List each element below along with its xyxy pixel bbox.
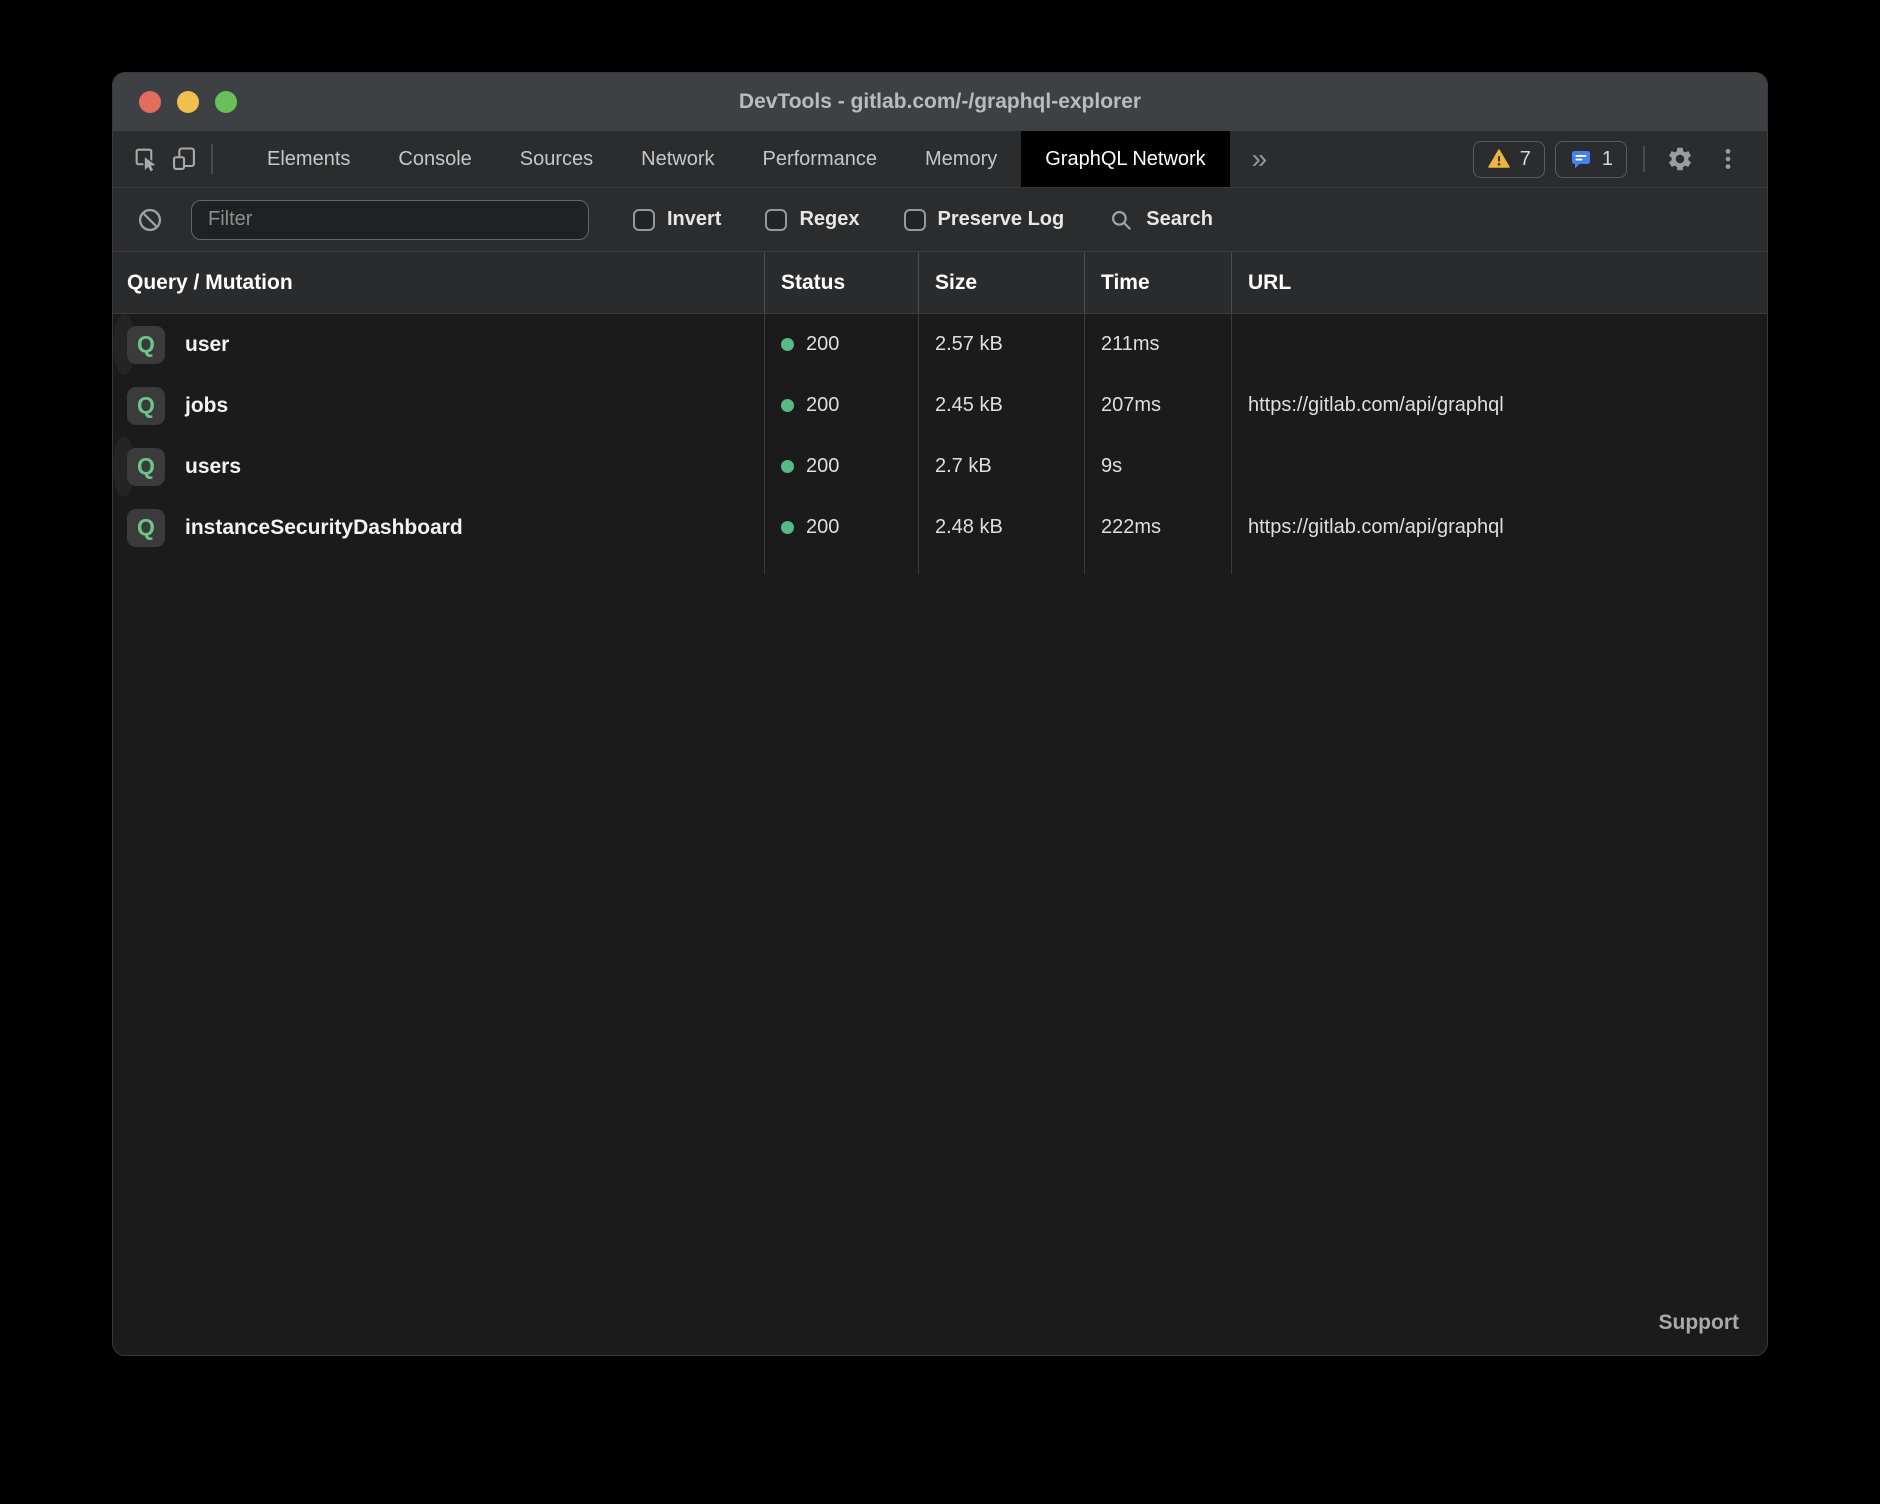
status-code: 200 <box>806 333 839 356</box>
table-empty-area: Support <box>113 574 1767 1355</box>
window-title: DevTools - gitlab.com/-/graphql-explorer <box>113 90 1767 114</box>
size-value: 2.45 kB <box>918 375 1084 436</box>
status-ok-dot <box>781 460 794 473</box>
chevron-double-right-icon[interactable]: » <box>1230 145 1290 173</box>
search-icon <box>1108 207 1134 233</box>
filterbar: Invert Regex Preserve Log Search <box>113 188 1767 252</box>
column-divider-stub <box>113 558 1767 574</box>
tab-elements[interactable]: Elements <box>243 131 374 187</box>
message-icon <box>1569 147 1593 171</box>
request-row-users[interactable]: Q users 200 2.7 kB 9s https://gitlab.com… <box>113 436 135 497</box>
query-type-badge: Q <box>127 326 165 364</box>
query-name: user <box>185 333 229 357</box>
tab-memory[interactable]: Memory <box>901 131 1021 187</box>
warning-count: 7 <box>1520 148 1531 171</box>
messages-badge[interactable]: 1 <box>1555 141 1627 178</box>
panel-tabs: ElementsConsoleSourcesNetworkPerformance… <box>243 131 1230 187</box>
checkbox-box-regex[interactable] <box>765 209 787 231</box>
tab-sources[interactable]: Sources <box>496 131 617 187</box>
tab-performance[interactable]: Performance <box>739 131 902 187</box>
size-value: 2.57 kB <box>918 314 1084 375</box>
search-button[interactable]: Search <box>1108 207 1213 233</box>
checkbox-invert[interactable]: Invert <box>633 208 721 231</box>
warning-icon <box>1487 147 1511 171</box>
time-value: 9s <box>1084 436 1231 497</box>
time-value: 207ms <box>1084 375 1231 436</box>
column-header-query-mutation[interactable]: Query / Mutation <box>113 252 764 313</box>
warnings-badge[interactable]: 7 <box>1473 141 1545 178</box>
request-row-instancesecuritydashboard[interactable]: Q instanceSecurityDashboard 200 2.48 kB … <box>113 497 1767 558</box>
checkbox-label: Regex <box>799 208 859 231</box>
checkbox-box-invert[interactable] <box>633 209 655 231</box>
minimize-window-button[interactable] <box>177 91 199 113</box>
query-name: users <box>185 455 241 479</box>
status-ok-dot <box>781 399 794 412</box>
status-code: 200 <box>806 516 839 539</box>
url-value: https://gitlab.com/api/graphql <box>1231 375 1767 436</box>
column-header-size[interactable]: Size <box>918 252 1084 313</box>
tab-network[interactable]: Network <box>617 131 738 187</box>
time-value: 211ms <box>1084 314 1231 375</box>
query-name: instanceSecurityDashboard <box>185 516 463 540</box>
search-label: Search <box>1146 208 1213 231</box>
url-value: https://gitlab.com/api/graphql <box>1231 314 1248 375</box>
status-ok-dot <box>781 521 794 534</box>
close-window-button[interactable] <box>139 91 161 113</box>
filter-input[interactable] <box>191 200 589 240</box>
titlebar: DevTools - gitlab.com/-/graphql-explorer <box>113 73 1767 131</box>
time-value: 222ms <box>1084 497 1231 558</box>
tab-graphql-network[interactable]: GraphQL Network <box>1021 131 1229 187</box>
checkbox-preserve-log[interactable]: Preserve Log <box>904 208 1065 231</box>
block-icon[interactable] <box>131 201 169 239</box>
url-value: https://gitlab.com/api/graphql <box>1231 436 1248 497</box>
window-controls <box>113 91 237 113</box>
query-type-badge: Q <box>127 387 165 425</box>
toolbar-right-cluster: 7 1 <box>1473 140 1767 178</box>
toolbar-divider <box>211 144 213 174</box>
checkbox-box-preserve-log[interactable] <box>904 209 926 231</box>
devtools-tabbar: ElementsConsoleSourcesNetworkPerformance… <box>113 131 1767 188</box>
status-ok-dot <box>781 338 794 351</box>
table-header: Query / MutationStatusSizeTimeURL <box>113 252 1767 314</box>
query-name: jobs <box>185 394 228 418</box>
request-table: Q user 200 2.57 kB 211ms https://gitlab.… <box>113 314 1767 558</box>
size-value: 2.48 kB <box>918 497 1084 558</box>
url-value: https://gitlab.com/api/graphql <box>1231 497 1767 558</box>
support-link[interactable]: Support <box>1659 1311 1739 1335</box>
devtools-window: DevTools - gitlab.com/-/graphql-explorer… <box>112 72 1768 1356</box>
size-value: 2.7 kB <box>918 436 1084 497</box>
request-row-jobs[interactable]: Q jobs 200 2.45 kB 207ms https://gitlab.… <box>113 375 1767 436</box>
status-code: 200 <box>806 394 839 417</box>
column-header-status[interactable]: Status <box>764 252 918 313</box>
toggle-device-toolbar-icon[interactable] <box>165 140 203 178</box>
message-count: 1 <box>1602 148 1613 171</box>
checkbox-regex[interactable]: Regex <box>765 208 859 231</box>
query-type-badge: Q <box>127 448 165 486</box>
checkbox-label: Invert <box>667 208 721 231</box>
zoom-window-button[interactable] <box>215 91 237 113</box>
settings-gear-icon[interactable] <box>1661 140 1699 178</box>
status-code: 200 <box>806 455 839 478</box>
column-header-url[interactable]: URL <box>1231 252 1767 313</box>
checkbox-label: Preserve Log <box>938 208 1065 231</box>
query-type-badge: Q <box>127 509 165 547</box>
toolbar-divider <box>1643 146 1645 172</box>
kebab-menu-icon[interactable] <box>1709 140 1747 178</box>
inspect-element-icon[interactable] <box>127 140 165 178</box>
request-row-user[interactable]: Q user 200 2.57 kB 211ms https://gitlab.… <box>113 314 135 375</box>
column-header-time[interactable]: Time <box>1084 252 1231 313</box>
tab-console[interactable]: Console <box>374 131 495 187</box>
filter-checkboxes: Invert Regex Preserve Log <box>633 208 1064 231</box>
